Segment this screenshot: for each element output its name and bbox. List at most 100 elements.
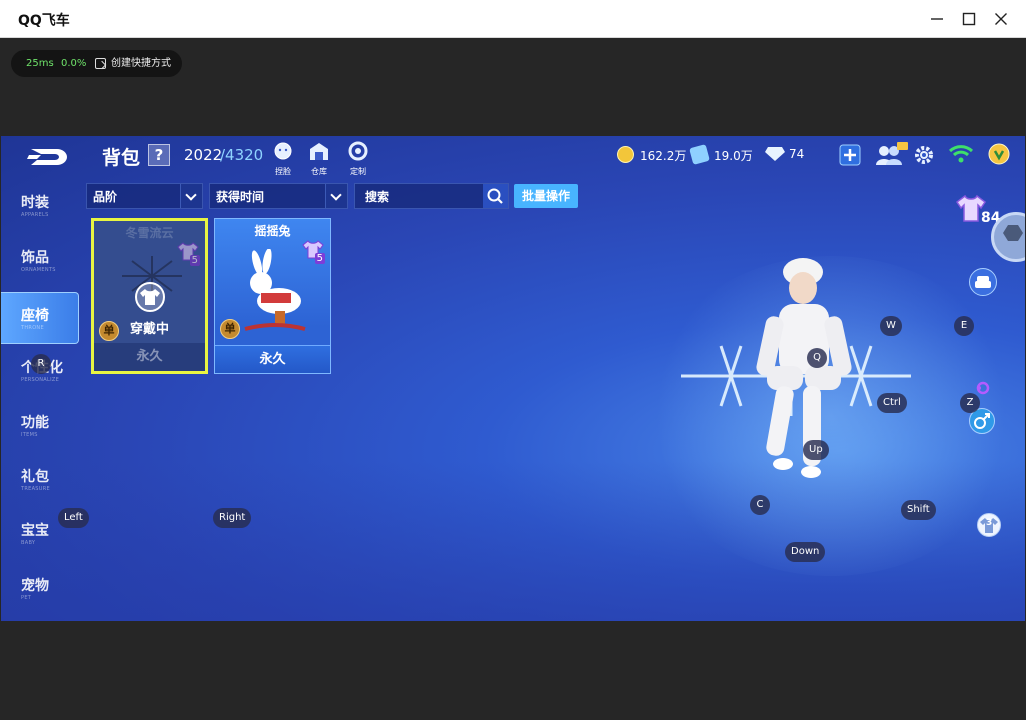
item-name: 摇摇兔 (254, 224, 291, 238)
nav-item-throne[interactable]: 座椅 THRONE (1, 292, 79, 344)
warehouse-button[interactable]: 仓库 (304, 141, 334, 177)
item-duration: 永久 (215, 345, 330, 373)
nav-sublabel: APPARELS (21, 212, 49, 218)
search-placeholder: 搜索 (365, 190, 390, 204)
nav-label: 功能 (21, 415, 49, 431)
key-hint-down: Down (785, 542, 826, 562)
search-icon (487, 188, 503, 204)
key-hint-z: Z (960, 393, 980, 413)
nav-item-treasure[interactable]: 礼包 TREASURE (1, 454, 79, 506)
key-hint-left: Left (58, 508, 89, 528)
nav-sublabel: PET (21, 595, 32, 601)
nav-label: 时装 (21, 195, 49, 211)
sort-dropdown[interactable]: 获得时间 (209, 183, 348, 209)
nav-sublabel: ITEMS (21, 432, 38, 438)
customize-label: 定制 (350, 167, 366, 176)
male-symbol-icon (974, 413, 990, 429)
maximize-button[interactable] (955, 6, 983, 32)
window-titlebar: QQ飞车 (0, 0, 1026, 38)
activity-badge-icon[interactable] (988, 143, 1010, 165)
voucher-icon (689, 144, 710, 165)
face-edit-button[interactable]: 捏脸 (268, 141, 298, 177)
warehouse-label: 仓库 (311, 167, 327, 176)
coin-icon (617, 146, 634, 163)
item-card-rabbit[interactable]: 摇摇兔 5 单 永久 (214, 218, 331, 374)
item-level: 5 (314, 253, 325, 264)
nav-label: 礼包 (21, 469, 49, 485)
window-title: QQ飞车 (18, 13, 70, 29)
item-duration: 永久 (94, 343, 205, 371)
minimize-icon (931, 18, 943, 20)
key-hint-right: Right (213, 508, 252, 528)
recharge-plus-icon[interactable] (839, 144, 861, 166)
customize-button[interactable]: 定制 (343, 141, 373, 177)
single-badge: 单 (220, 319, 240, 339)
equipped-shirt-icon (135, 282, 165, 312)
maximize-icon (962, 12, 976, 26)
game-viewport: 背包 ? 2022 /4320 捏脸 仓库 定制 162.2万 19.0万 74 (1, 136, 1025, 621)
nav-label: 宝宝 (21, 523, 49, 539)
sort-dropdown-value: 获得时间 (216, 190, 265, 204)
nav-sublabel: THRONE (21, 325, 44, 331)
minimize-button[interactable] (923, 6, 951, 32)
rocking-rabbit-icon (244, 249, 306, 331)
batch-operation-button[interactable]: 批量操作 (514, 184, 578, 208)
help-button[interactable]: ? (148, 144, 170, 166)
nav-sublabel: ORNAMENTS (21, 267, 56, 273)
key-hint-e: E (954, 316, 974, 336)
create-shortcut-link[interactable]: 创建快捷方式 (111, 50, 171, 77)
search-button[interactable] (483, 184, 508, 208)
shortcut-icon (95, 58, 106, 69)
customize-icon (348, 141, 368, 161)
seat-pose-button[interactable] (969, 268, 997, 296)
warehouse-icon (310, 143, 328, 160)
key-hint-w: W (880, 316, 902, 336)
chevron-down-icon (325, 184, 347, 208)
pet-count: 3 (986, 518, 993, 528)
close-button[interactable] (987, 6, 1015, 32)
key-hint-up: Up (803, 440, 829, 460)
item-card-equipped[interactable]: 冬雪流云 5 穿戴中 单 永久 (91, 218, 208, 374)
key-hint-shift: Shift (901, 500, 936, 520)
nav-sublabel: TREASURE (21, 486, 50, 492)
window-bottom-area (0, 621, 1026, 720)
nav-item-ornaments[interactable]: 饰品 ORNAMENTS (1, 235, 79, 287)
key-hint-ctrl: Ctrl (877, 393, 907, 413)
nav-item-pet[interactable]: 宠物 PET (1, 563, 79, 615)
packet-loss-value: 0.0% (61, 58, 87, 69)
game-logo-icon (27, 149, 67, 165)
close-icon (995, 13, 1007, 25)
grade-dropdown-value: 品阶 (93, 190, 118, 204)
key-hint-r: R (31, 354, 51, 374)
character-preview[interactable] (671, 236, 921, 536)
sofa-icon (975, 276, 991, 288)
clothing-level-tag: 5 (302, 239, 325, 264)
page-title: 背包 (102, 147, 141, 169)
nav-item-apparels[interactable]: 时装 APPARELS (1, 180, 79, 232)
nav-label: 座椅 (21, 308, 49, 324)
ping-value: 25ms (26, 58, 54, 69)
capacity-used: 2022 (184, 146, 223, 164)
nav-label: 饰品 (21, 250, 49, 266)
diamond-amount: 74 (789, 147, 805, 161)
chevron-down-icon (180, 184, 202, 208)
grade-dropdown[interactable]: 品阶 (86, 183, 203, 209)
hexagon-icon (1003, 225, 1023, 241)
key-hint-q: Q (807, 348, 827, 368)
settings-gear-icon[interactable] (913, 144, 935, 166)
nav-sublabel: PERSONALIZE (21, 377, 60, 383)
face-edit-label: 捏脸 (275, 167, 291, 176)
pet-button[interactable]: 3 (977, 513, 1001, 537)
nav-sublabel: BABY (21, 540, 36, 546)
rotate-view-button[interactable] (991, 212, 1025, 262)
friends-icon[interactable] (875, 142, 909, 166)
nav-label: 宠物 (21, 578, 49, 594)
perf-overlay: 25ms 0.0% 创建快捷方式 (11, 50, 182, 77)
nav-item-items[interactable]: 功能 ITEMS (1, 400, 79, 452)
face-icon (274, 142, 292, 160)
wifi-signal-icon (948, 145, 974, 163)
search-input[interactable]: 搜索 (354, 183, 509, 209)
diamond-icon (765, 147, 785, 161)
key-hint-c: C (750, 495, 770, 515)
single-badge: 单 (99, 321, 119, 341)
